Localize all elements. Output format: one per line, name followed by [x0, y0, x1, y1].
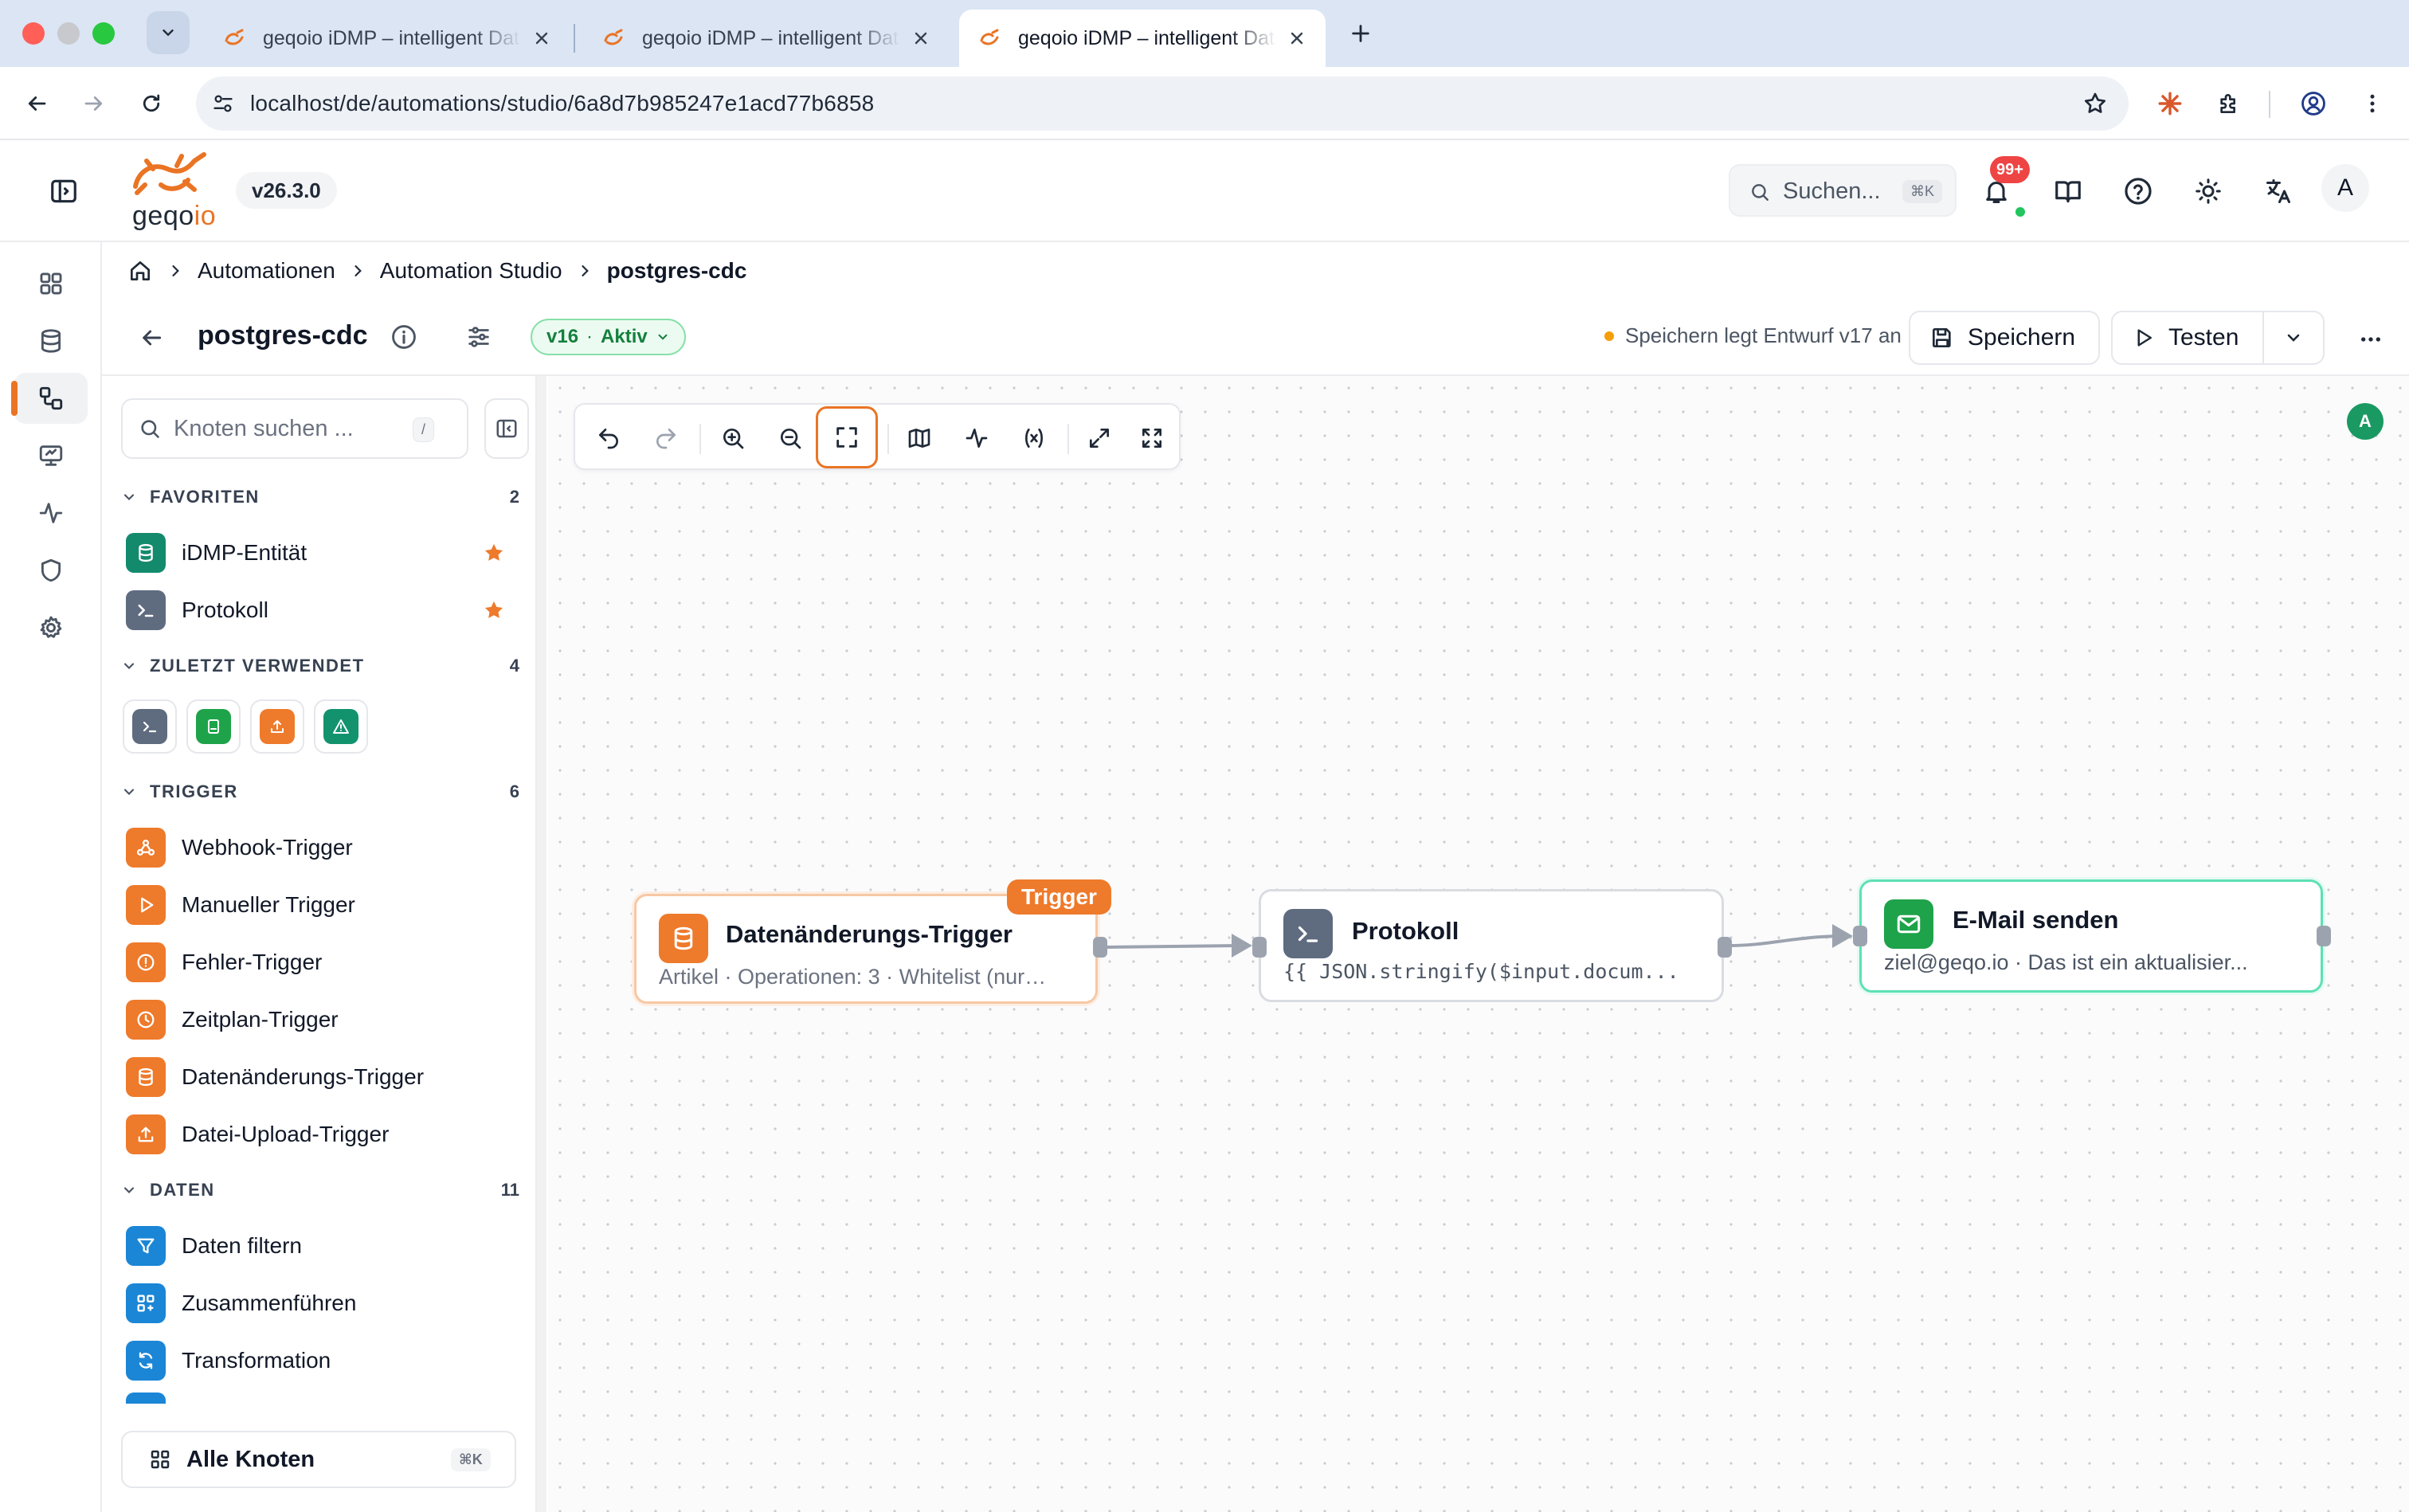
edge-arrowhead [1832, 924, 1853, 948]
edge-arrowhead [1232, 934, 1252, 958]
node-title: E-Mail senden [1953, 906, 2119, 934]
variable-icon [1025, 429, 1043, 448]
node-title: Datenänderungs-Trigger [726, 920, 1013, 948]
trigger-tag: Trigger [1007, 879, 1111, 915]
canvas-toolbar [574, 403, 1181, 470]
redo-icon [656, 429, 676, 449]
node-input-handle[interactable] [1853, 926, 1867, 946]
variables-button[interactable] [1010, 414, 1058, 462]
fullscreen-icon [1142, 429, 1161, 448]
redo-button[interactable] [642, 414, 690, 462]
zoom-out-icon [781, 429, 801, 449]
zoom-out-button[interactable] [766, 414, 814, 462]
edge-log-to-email[interactable] [1728, 934, 1841, 947]
node-title: Protokoll [1352, 917, 1459, 945]
node-input-handle[interactable] [1252, 937, 1267, 958]
edge-layer [1107, 924, 1853, 958]
minimap-button[interactable] [895, 414, 943, 462]
node-send-email[interactable]: E-Mail senden ziel@geqo.io · Das ist ein… [1859, 879, 2323, 993]
map-icon [908, 429, 930, 448]
node-output-handle[interactable] [1093, 937, 1107, 958]
collaborator-avatar[interactable]: A [2347, 403, 2384, 440]
edge-trigger-to-log[interactable] [1107, 944, 1240, 949]
node-protocol[interactable]: Protokoll {{ JSON.stringify($input.docum… [1259, 889, 1724, 1002]
expand-diagonal-icon [1090, 429, 1109, 448]
expand-button[interactable] [1075, 414, 1123, 462]
fit-view-icon [836, 427, 857, 448]
node-subtitle: {{ JSON.stringify($input.docum... [1283, 960, 1679, 983]
undo-icon [599, 429, 618, 449]
database-icon [659, 914, 708, 963]
zoom-in-icon [723, 429, 744, 449]
node-subtitle: ziel@geqo.io · Das ist ein aktualisier..… [1884, 950, 2248, 974]
node-subtitle: Artikel · Operationen: 3 · Whitelist (nu… [659, 965, 1047, 989]
activity-icon [966, 429, 988, 448]
zoom-in-button[interactable] [709, 414, 757, 462]
terminal-icon [1283, 909, 1333, 958]
fit-view-button[interactable] [816, 406, 878, 468]
undo-button[interactable] [585, 414, 633, 462]
execution-log-button[interactable] [953, 414, 1001, 462]
mail-icon [1884, 899, 1933, 949]
node-output-handle[interactable] [1718, 937, 1732, 958]
fullscreen-button[interactable] [1128, 414, 1176, 462]
node-output-handle[interactable] [2317, 926, 2331, 946]
